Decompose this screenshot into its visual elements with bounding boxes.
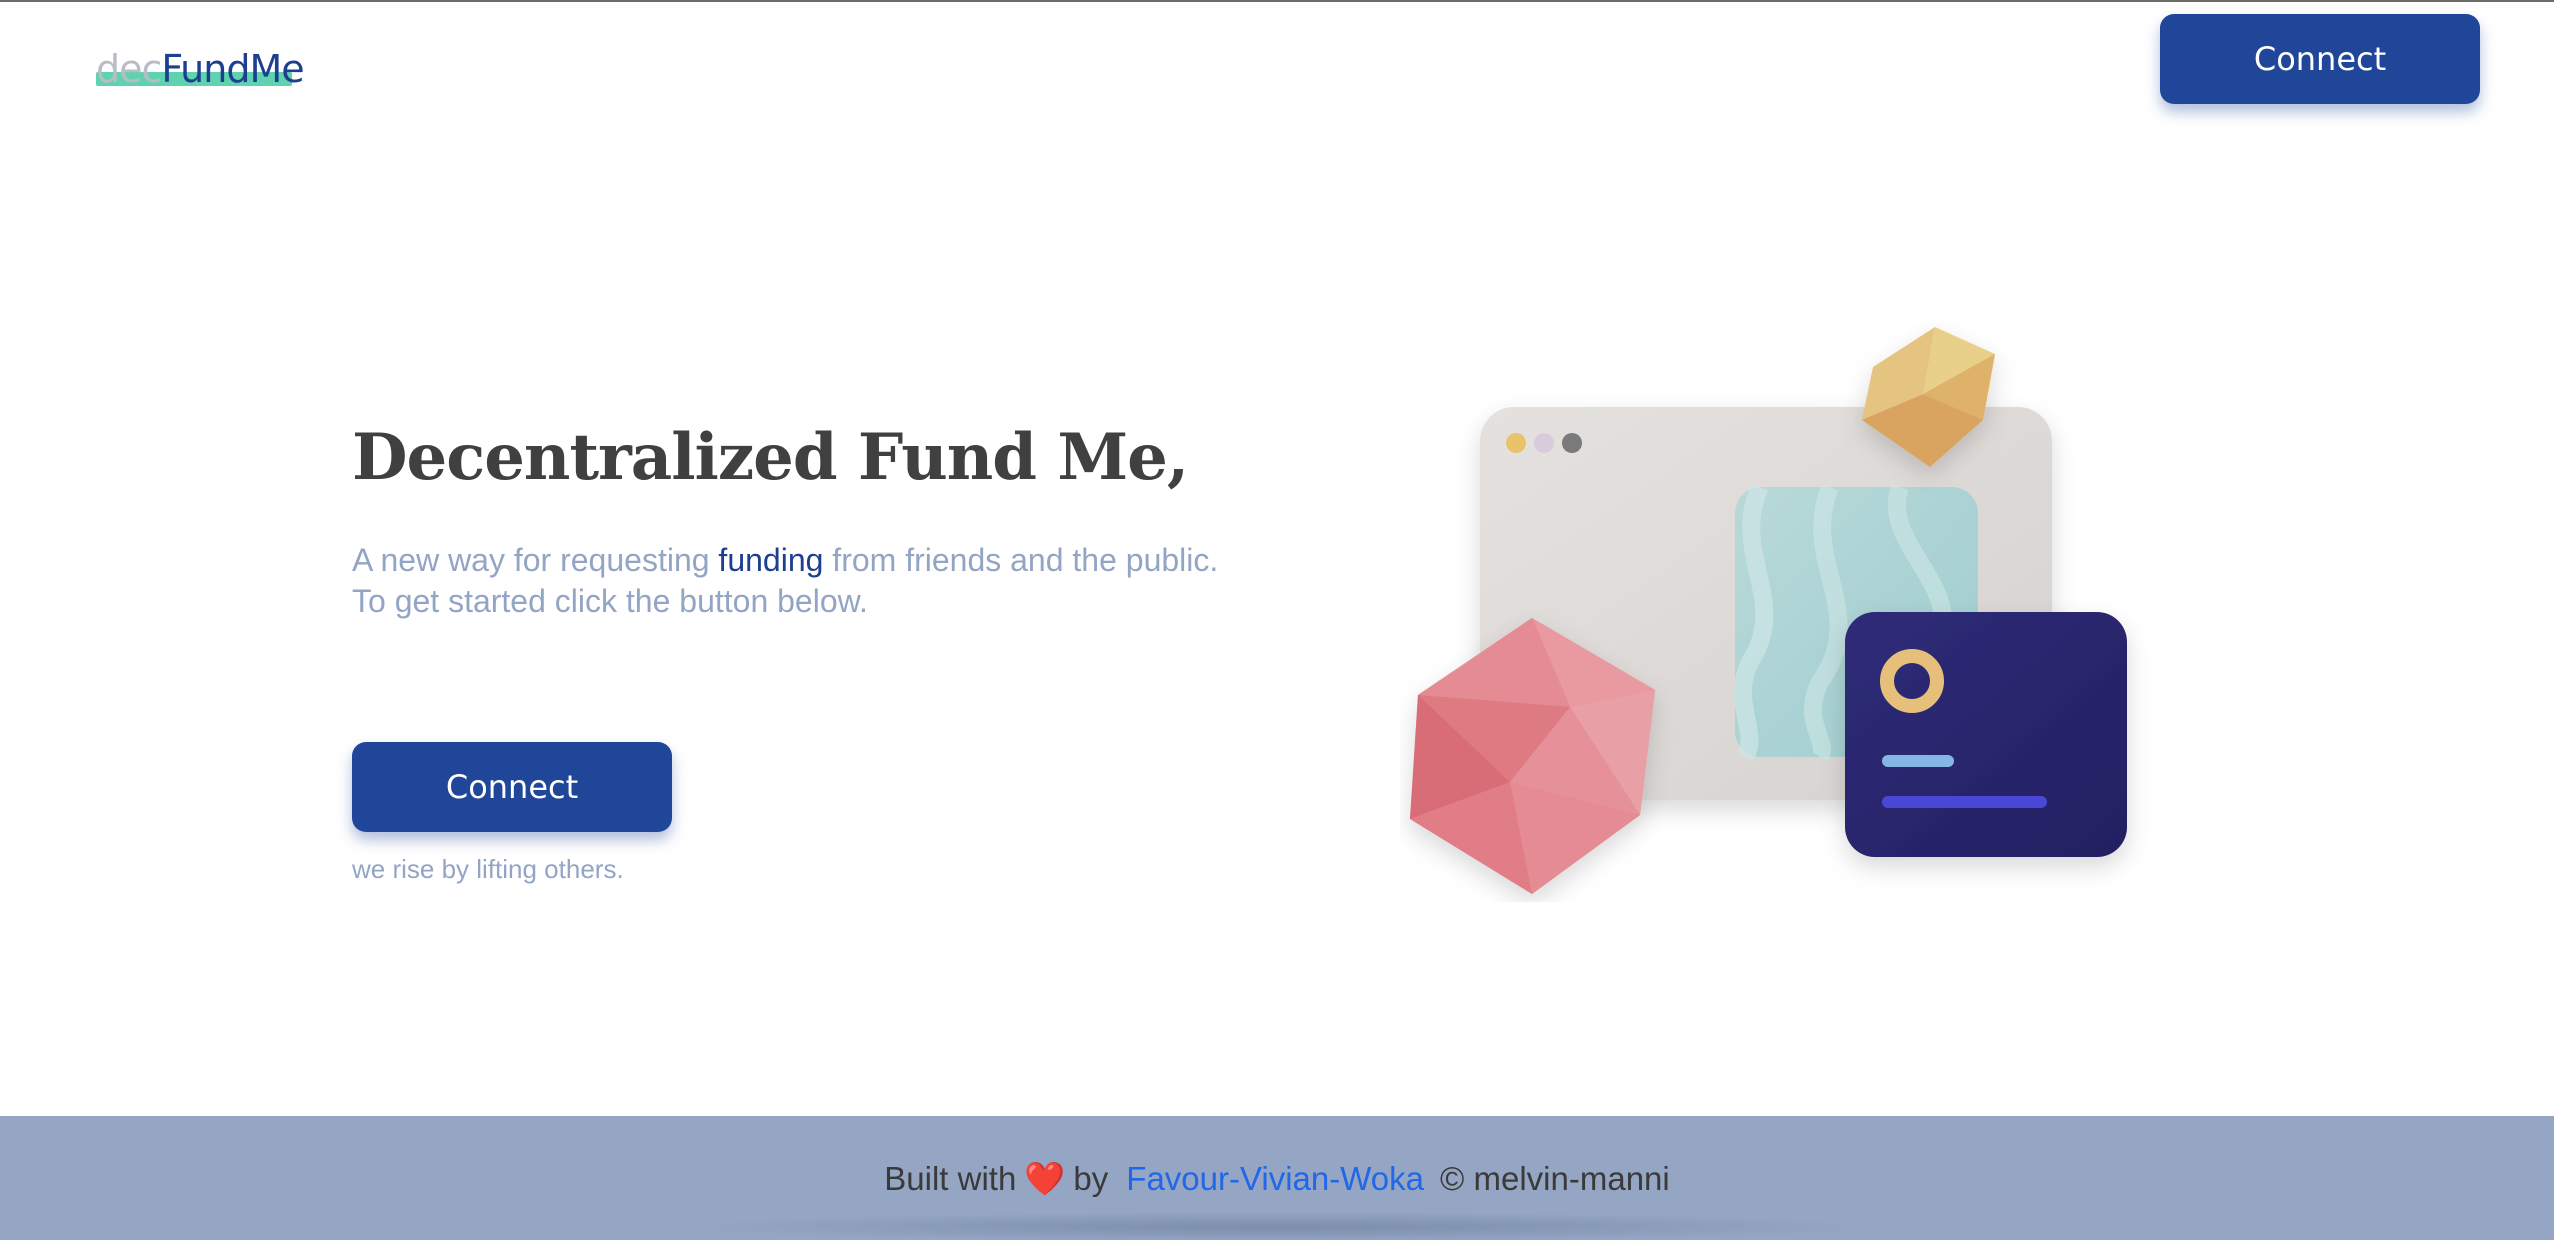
header-connect-button[interactable]: Connect: [2160, 14, 2480, 104]
heart-icon: ❤️: [1024, 1159, 1066, 1197]
author-link[interactable]: Favour-Vivian-Woka: [1126, 1160, 1424, 1198]
hero-connect-button[interactable]: Connect: [352, 742, 672, 832]
hero-subtitle-line1: A new way for requesting funding from fr…: [352, 540, 1292, 581]
hero-title: Decentralized Fund Me,: [352, 420, 1189, 495]
hero-subtitle-line2: To get started click the button below.: [352, 583, 868, 619]
footer-shadow: [680, 1212, 1880, 1240]
footer-built-with: Built with: [884, 1160, 1017, 1197]
footer-by: by: [1073, 1160, 1109, 1197]
funding-emphasis: funding: [718, 542, 824, 578]
hero-subtitle: A new way for requesting funding from fr…: [352, 540, 1292, 622]
id-card-shape: [1845, 612, 2127, 857]
logo-main: FundMe: [161, 47, 304, 91]
brand-logo[interactable]: decFundMe: [96, 44, 305, 94]
footer-copyright: © melvin-manni: [1440, 1160, 1670, 1197]
hero-illustration: [1410, 327, 2127, 894]
page: decFundMe Connect Decentralized Fund Me,…: [0, 0, 2554, 1240]
subtitle-text: from friends and the public.: [823, 542, 1219, 578]
logo-prefix: dec: [96, 47, 162, 91]
motto-text: we rise by lifting others.: [352, 854, 624, 884]
subtitle-text: A new way for requesting: [352, 542, 719, 578]
